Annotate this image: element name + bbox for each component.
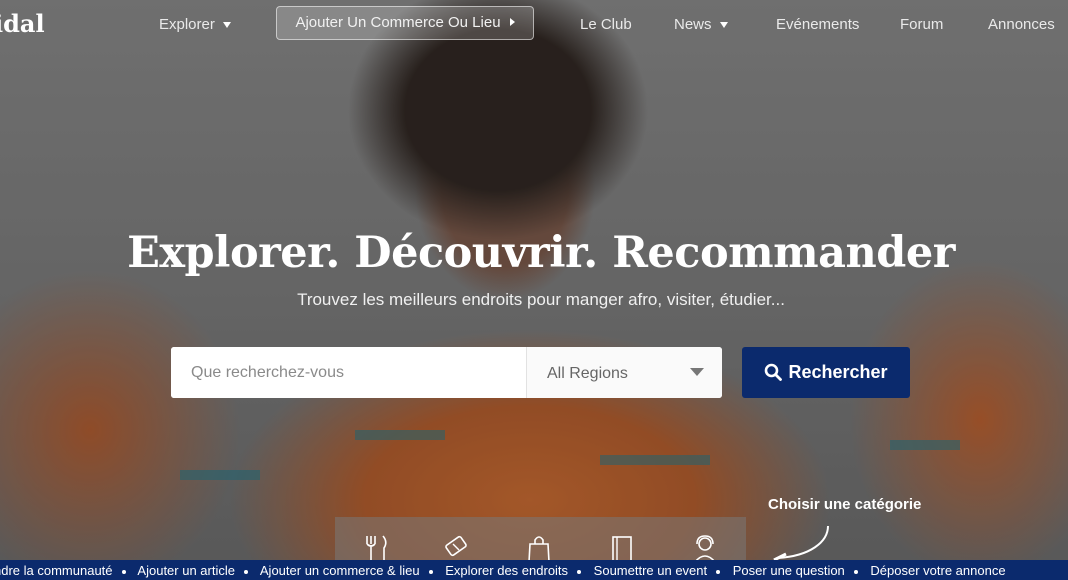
book-icon[interactable] [610,534,634,562]
ticker-item-add-article[interactable]: Ajouter un article [137,563,235,578]
search-form: All Regions [171,347,722,398]
add-business-button[interactable]: Ajouter Un Commerce Ou Lieu [276,6,534,40]
search-button[interactable]: Rechercher [742,347,910,398]
ticker-item-explore[interactable]: Explorer des endroits [445,563,568,578]
nav-news[interactable]: News [674,16,728,33]
add-business-label: Ajouter Un Commerce Ou Lieu [295,14,501,31]
ticker-track: ndre la communauté Ajouter un article Aj… [0,560,1006,580]
support-agent-icon[interactable] [691,534,719,562]
nav-forum[interactable]: Forum [900,16,943,33]
chevron-right-icon [509,18,515,26]
nav-explorer-label: Explorer [159,16,215,33]
site-logo[interactable]: idal [0,9,45,38]
nav-events[interactable]: Evénements [776,16,859,33]
chevron-down-icon [690,368,704,376]
hero-pattern-stripe [890,440,960,450]
swoosh-decoration [773,525,829,560]
bullet-separator [716,569,721,574]
nav-news-label: News [674,16,712,33]
search-button-label: Rechercher [788,362,888,382]
top-navigation: idal Explorer Ajouter Un Commerce Ou Lie… [0,0,1068,48]
hero-pattern-stripe [600,455,710,465]
fork-knife-icon[interactable] [363,534,389,562]
ticker-item-post-ad[interactable]: Déposer votre annonce [870,563,1005,578]
region-select-value: All Regions [547,365,628,382]
bullet-separator [853,569,858,574]
nav-ads[interactable]: Annonces [988,16,1055,33]
bullet-separator [577,569,582,574]
bullet-separator [428,569,433,574]
category-title: Choisir une catégorie [768,496,922,513]
shopping-bag-icon[interactable] [527,534,551,562]
ticker-item-add-business[interactable]: Ajouter un commerce & lieu [260,563,420,578]
hero-pattern-stripe [180,470,260,480]
category-bar [335,517,746,562]
hero-subline: Trouvez les meilleurs endroits pour mang… [297,290,785,309]
ticker-bar: ndre la communauté Ajouter un article Aj… [0,560,1068,580]
search-input[interactable] [171,347,525,398]
ticker-item-submit-event[interactable]: Soumettre un event [594,563,707,578]
nav-club[interactable]: Le Club [580,16,632,33]
search-icon [765,363,783,381]
bullet-separator [121,569,126,574]
nav-explorer[interactable]: Explorer [159,16,231,33]
chevron-down-icon [719,22,728,29]
hero-headline: Explorer. Découvrir. Recommander [127,228,955,278]
hero-pattern-stripe [355,430,445,440]
bullet-separator [243,569,248,574]
ticker-item-join[interactable]: ndre la communauté [0,563,113,578]
region-select[interactable]: All Regions [526,347,722,398]
chevron-down-icon [222,22,231,29]
ticket-icon[interactable] [443,534,471,562]
ticker-item-ask-question[interactable]: Poser une question [733,563,845,578]
